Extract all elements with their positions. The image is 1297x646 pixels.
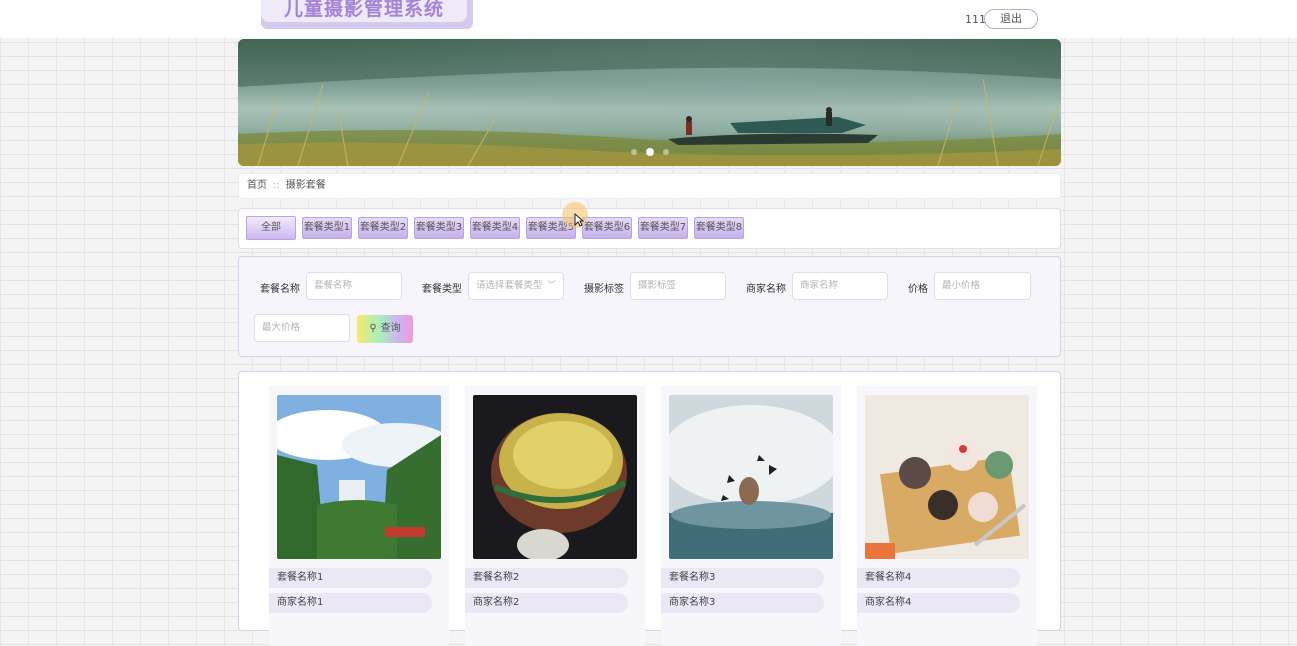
type-tab-2[interactable]: 套餐类型2	[358, 217, 408, 239]
merchant-name: 商家名称3	[661, 593, 824, 613]
type-tab-all[interactable]: 全部	[246, 216, 296, 240]
product-name[interactable]: 套餐名称4	[857, 568, 1020, 588]
product-name[interactable]: 套餐名称3	[661, 568, 824, 588]
logout-button[interactable]: 退出	[984, 9, 1038, 29]
product-grid: 套餐名称1 商家名称1 套餐名称2 商家名称2 套餐名称3 商家名称3 套餐名称…	[238, 371, 1061, 646]
mouse-cursor-icon	[574, 213, 584, 227]
banner-carousel[interactable]	[238, 39, 1061, 166]
product-card[interactable]: 套餐名称1 商家名称1	[269, 386, 449, 646]
product-card[interactable]: 套餐名称3 商家名称3	[661, 386, 841, 646]
tag-input[interactable]: 摄影标签	[630, 272, 726, 300]
breadcrumb-separator: ::	[273, 180, 280, 191]
type-label: 套餐类型	[422, 284, 462, 295]
product-card[interactable]: 套餐名称4 商家名称4	[857, 386, 1037, 646]
max-price-input[interactable]: 最大价格	[254, 314, 350, 342]
query-button-label: 查询	[380, 323, 401, 334]
type-tab-8[interactable]: 套餐类型8	[694, 217, 744, 239]
site-title: 儿童摄影管理系统	[261, 0, 467, 22]
name-label: 套餐名称	[260, 284, 300, 295]
breadcrumb: 首页:: 摄影套餐	[238, 173, 1061, 199]
product-image-waterfall[interactable]	[277, 395, 441, 559]
search-icon: ⚲	[369, 323, 377, 334]
chevron-down-icon: ﹀	[546, 281, 556, 291]
breadcrumb-home[interactable]: 首页	[247, 180, 267, 191]
product-name[interactable]: 套餐名称2	[465, 568, 628, 588]
carousel-dot-active[interactable]	[646, 148, 654, 156]
product-name[interactable]: 套餐名称1	[269, 568, 432, 588]
product-image-mist-butterflies[interactable]	[669, 395, 833, 559]
product-card[interactable]: 套餐名称2 商家名称2	[465, 386, 645, 646]
top-bar: 儿童摄影管理系统 111 退出	[0, 0, 1297, 38]
type-tab-1[interactable]: 套餐类型1	[302, 217, 352, 239]
query-button[interactable]: ⚲ 查询	[357, 315, 413, 343]
type-tab-4[interactable]: 套餐类型4	[470, 217, 520, 239]
price-label: 价格	[908, 284, 928, 295]
merchant-input[interactable]: 商家名称	[792, 272, 888, 300]
carousel-dot[interactable]	[631, 149, 637, 155]
username: 111	[965, 13, 986, 26]
carousel-dot[interactable]	[663, 149, 669, 155]
type-tab-3[interactable]: 套餐类型3	[414, 217, 464, 239]
product-image-insect-eye[interactable]	[473, 395, 637, 559]
product-image-cupcakes[interactable]	[865, 395, 1029, 559]
merchant-name: 商家名称4	[857, 593, 1020, 613]
type-tab-7[interactable]: 套餐类型7	[638, 217, 688, 239]
name-input[interactable]: 套餐名称	[306, 272, 402, 300]
merchant-name: 商家名称1	[269, 593, 432, 613]
search-form: 套餐名称 套餐名称 套餐类型 请选择套餐类型 ﹀ 摄影标签 摄影标签 商家名称 商…	[238, 256, 1061, 357]
banner-image	[238, 39, 1061, 166]
tag-label: 摄影标签	[584, 284, 624, 295]
type-tab-6[interactable]: 套餐类型6	[582, 217, 632, 239]
type-select[interactable]: 请选择套餐类型 ﹀	[468, 272, 564, 300]
merchant-label: 商家名称	[746, 284, 786, 295]
breadcrumb-current: 摄影套餐	[285, 180, 326, 191]
merchant-name: 商家名称2	[465, 593, 628, 613]
min-price-input[interactable]: 最小价格	[934, 272, 1031, 300]
type-select-placeholder: 请选择套餐类型	[476, 280, 543, 291]
package-type-tabs: 全部 套餐类型1 套餐类型2 套餐类型3 套餐类型4 套餐类型5 套餐类型6 套…	[238, 208, 1061, 249]
